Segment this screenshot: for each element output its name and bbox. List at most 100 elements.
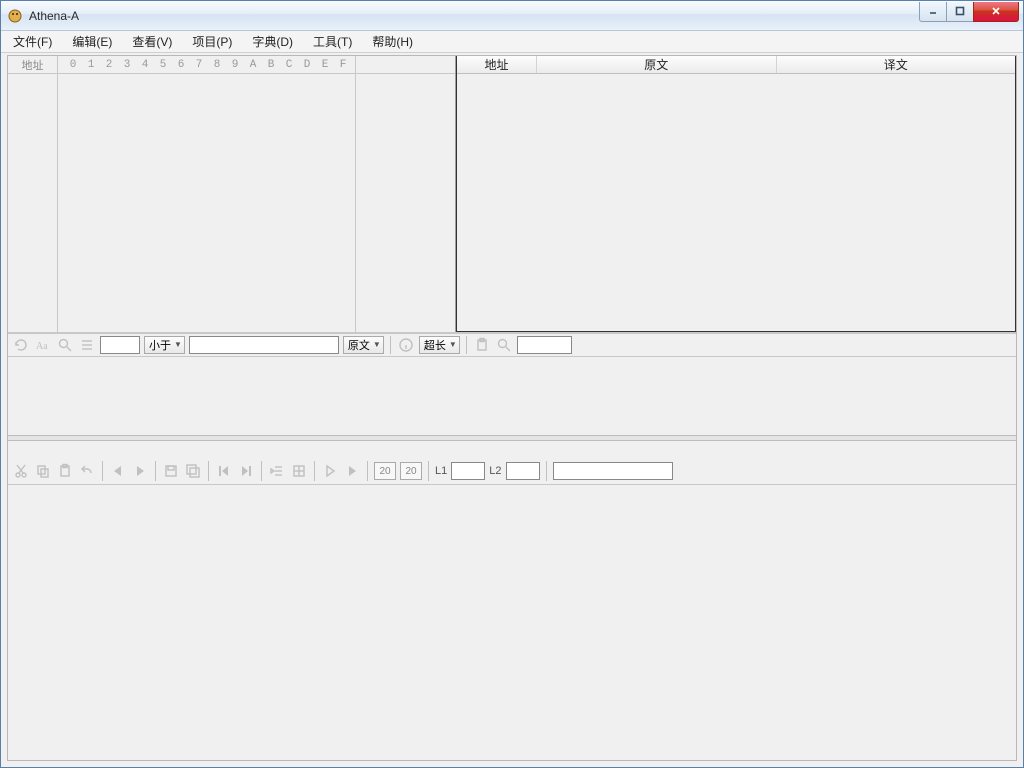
arrow-left-icon[interactable] bbox=[109, 462, 127, 480]
length-select[interactable]: 超长▼ bbox=[419, 336, 460, 354]
hex-col: 8 bbox=[208, 59, 226, 71]
find-icon[interactable] bbox=[495, 336, 513, 354]
separator bbox=[208, 461, 209, 481]
col-address[interactable]: 地址 bbox=[457, 56, 537, 73]
undo-icon[interactable] bbox=[78, 462, 96, 480]
case-icon[interactable]: Aa bbox=[34, 336, 52, 354]
hex-bytes-area bbox=[58, 74, 355, 332]
separator bbox=[261, 461, 262, 481]
arrow-right-icon[interactable] bbox=[131, 462, 149, 480]
menu-edit[interactable]: 编辑(E) bbox=[62, 31, 122, 52]
upper-panes: 地址 0 1 2 3 4 5 6 7 8 9 A B C bbox=[8, 56, 1016, 333]
minimize-button[interactable] bbox=[919, 2, 947, 22]
hex-byte-columns: 0 1 2 3 4 5 6 7 8 9 A B C D E bbox=[58, 56, 355, 73]
chevron-down-icon: ▼ bbox=[174, 340, 182, 349]
length-label: 超长 bbox=[424, 337, 446, 353]
hex-col: E bbox=[316, 59, 334, 71]
separator bbox=[390, 336, 391, 354]
l2-input[interactable] bbox=[506, 462, 540, 480]
save-all-icon[interactable] bbox=[184, 462, 202, 480]
refresh-icon[interactable] bbox=[12, 336, 30, 354]
clipboard-icon[interactable] bbox=[56, 462, 74, 480]
list-icon[interactable] bbox=[78, 336, 96, 354]
scope-select[interactable]: 原文▼ bbox=[343, 336, 384, 354]
hex-header: 地址 0 1 2 3 4 5 6 7 8 9 A B C bbox=[8, 56, 455, 74]
hex-col: 2 bbox=[100, 59, 118, 71]
app-icon bbox=[7, 8, 23, 24]
menu-project[interactable]: 项目(P) bbox=[182, 31, 242, 52]
chevron-down-icon: ▼ bbox=[373, 340, 381, 349]
menu-view[interactable]: 查看(V) bbox=[122, 31, 182, 52]
menu-file[interactable]: 文件(F) bbox=[3, 31, 62, 52]
app-window: Athena-A 文件(F) 编辑(E) 查看(V) 项目(P) 字典(D) 工… bbox=[0, 0, 1024, 768]
hex-col: F bbox=[334, 59, 352, 71]
save-icon[interactable] bbox=[162, 462, 180, 480]
play-solid-icon[interactable] bbox=[343, 462, 361, 480]
play-icon[interactable] bbox=[321, 462, 339, 480]
hex-address-header: 地址 bbox=[8, 56, 58, 73]
hex-col: B bbox=[262, 59, 280, 71]
menu-dict[interactable]: 字典(D) bbox=[242, 31, 303, 52]
target-text-area[interactable] bbox=[8, 485, 1016, 761]
info-icon[interactable] bbox=[397, 336, 415, 354]
separator bbox=[102, 461, 103, 481]
col-source[interactable]: 原文 bbox=[537, 56, 777, 73]
search-input[interactable] bbox=[517, 336, 572, 354]
window-controls bbox=[920, 2, 1019, 22]
titlebar[interactable]: Athena-A bbox=[1, 1, 1023, 31]
maximize-button[interactable] bbox=[946, 2, 974, 22]
source-text-area[interactable] bbox=[8, 357, 1016, 435]
l1-input[interactable] bbox=[451, 462, 485, 480]
cut-icon[interactable] bbox=[12, 462, 30, 480]
separator bbox=[546, 461, 547, 481]
hex-col: 1 bbox=[82, 59, 100, 71]
hex-ascii-area bbox=[355, 74, 455, 332]
compare-label: 小于 bbox=[149, 337, 171, 353]
menu-tools[interactable]: 工具(T) bbox=[303, 31, 362, 52]
hex-col: 3 bbox=[118, 59, 136, 71]
separator bbox=[428, 461, 429, 481]
grid-icon[interactable] bbox=[290, 462, 308, 480]
close-button[interactable] bbox=[973, 2, 1019, 22]
hex-ascii-header bbox=[355, 56, 455, 73]
search-icon[interactable] bbox=[56, 336, 74, 354]
extra-input[interactable] bbox=[553, 462, 673, 480]
list-body[interactable] bbox=[457, 74, 1015, 331]
menubar: 文件(F) 编辑(E) 查看(V) 项目(P) 字典(D) 工具(T) 帮助(H… bbox=[1, 31, 1023, 53]
copy-icon[interactable] bbox=[34, 462, 52, 480]
scope-label: 原文 bbox=[348, 337, 370, 353]
hex-pane: 地址 0 1 2 3 4 5 6 7 8 9 A B C bbox=[8, 56, 456, 332]
client-area: 地址 0 1 2 3 4 5 6 7 8 9 A B C bbox=[7, 55, 1017, 761]
box-20a[interactable]: 20 bbox=[374, 462, 396, 480]
last-icon[interactable] bbox=[237, 462, 255, 480]
hex-col: 4 bbox=[136, 59, 154, 71]
l1-label: L1 bbox=[435, 465, 447, 477]
indent-icon[interactable] bbox=[268, 462, 286, 480]
first-icon[interactable] bbox=[215, 462, 233, 480]
svg-text:Aa: Aa bbox=[36, 341, 48, 352]
paste-icon[interactable] bbox=[473, 336, 491, 354]
compare-select[interactable]: 小于▼ bbox=[144, 336, 185, 354]
hex-col: 6 bbox=[172, 59, 190, 71]
separator bbox=[314, 461, 315, 481]
translation-list: 地址 原文 译文 bbox=[456, 55, 1016, 332]
list-header: 地址 原文 译文 bbox=[457, 56, 1015, 74]
hex-body[interactable] bbox=[8, 74, 455, 332]
hex-col: A bbox=[244, 59, 262, 71]
edit-toolbar: 20 20 L1 L2 bbox=[8, 459, 1016, 485]
menu-help[interactable]: 帮助(H) bbox=[362, 31, 423, 52]
hex-address-gutter bbox=[8, 74, 58, 332]
col-target[interactable]: 译文 bbox=[777, 56, 1016, 73]
hex-col: 5 bbox=[154, 59, 172, 71]
hex-col: D bbox=[298, 59, 316, 71]
separator bbox=[367, 461, 368, 481]
l2-label: L2 bbox=[489, 465, 501, 477]
filter-toolbar: Aa 小于▼ 原文▼ 超长▼ bbox=[8, 333, 1016, 357]
hex-col: 7 bbox=[190, 59, 208, 71]
box-20b[interactable]: 20 bbox=[400, 462, 422, 480]
filter-value-2[interactable] bbox=[189, 336, 339, 354]
filter-value-1[interactable] bbox=[100, 336, 140, 354]
hex-col: C bbox=[280, 59, 298, 71]
hex-col: 9 bbox=[226, 59, 244, 71]
separator bbox=[155, 461, 156, 481]
